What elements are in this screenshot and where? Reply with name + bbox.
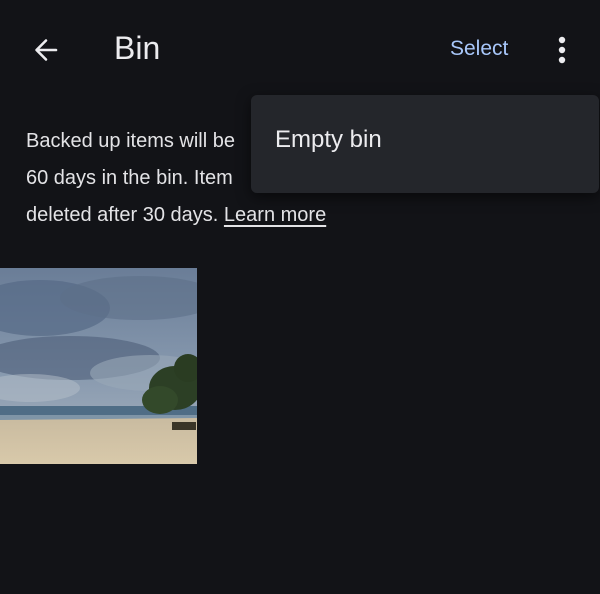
- photo-thumbnail[interactable]: [0, 268, 197, 464]
- app-bar: Bin Select: [0, 0, 600, 100]
- learn-more-link[interactable]: Learn more: [224, 204, 326, 226]
- overflow-menu: Empty bin: [251, 95, 599, 193]
- select-button[interactable]: Select: [450, 34, 508, 64]
- page-title: Bin: [114, 30, 161, 66]
- menu-item-empty-bin[interactable]: Empty bin: [251, 115, 599, 165]
- info-line-3: deleted after 30 days. Learn more: [26, 197, 586, 234]
- more-vertical-icon: [558, 36, 566, 64]
- more-options-button[interactable]: [547, 30, 577, 70]
- arrow-left-icon: [35, 39, 58, 61]
- info-line-3-text: deleted after 30 days.: [26, 204, 219, 226]
- back-button[interactable]: [26, 30, 66, 70]
- beach-photo-image: [0, 268, 197, 464]
